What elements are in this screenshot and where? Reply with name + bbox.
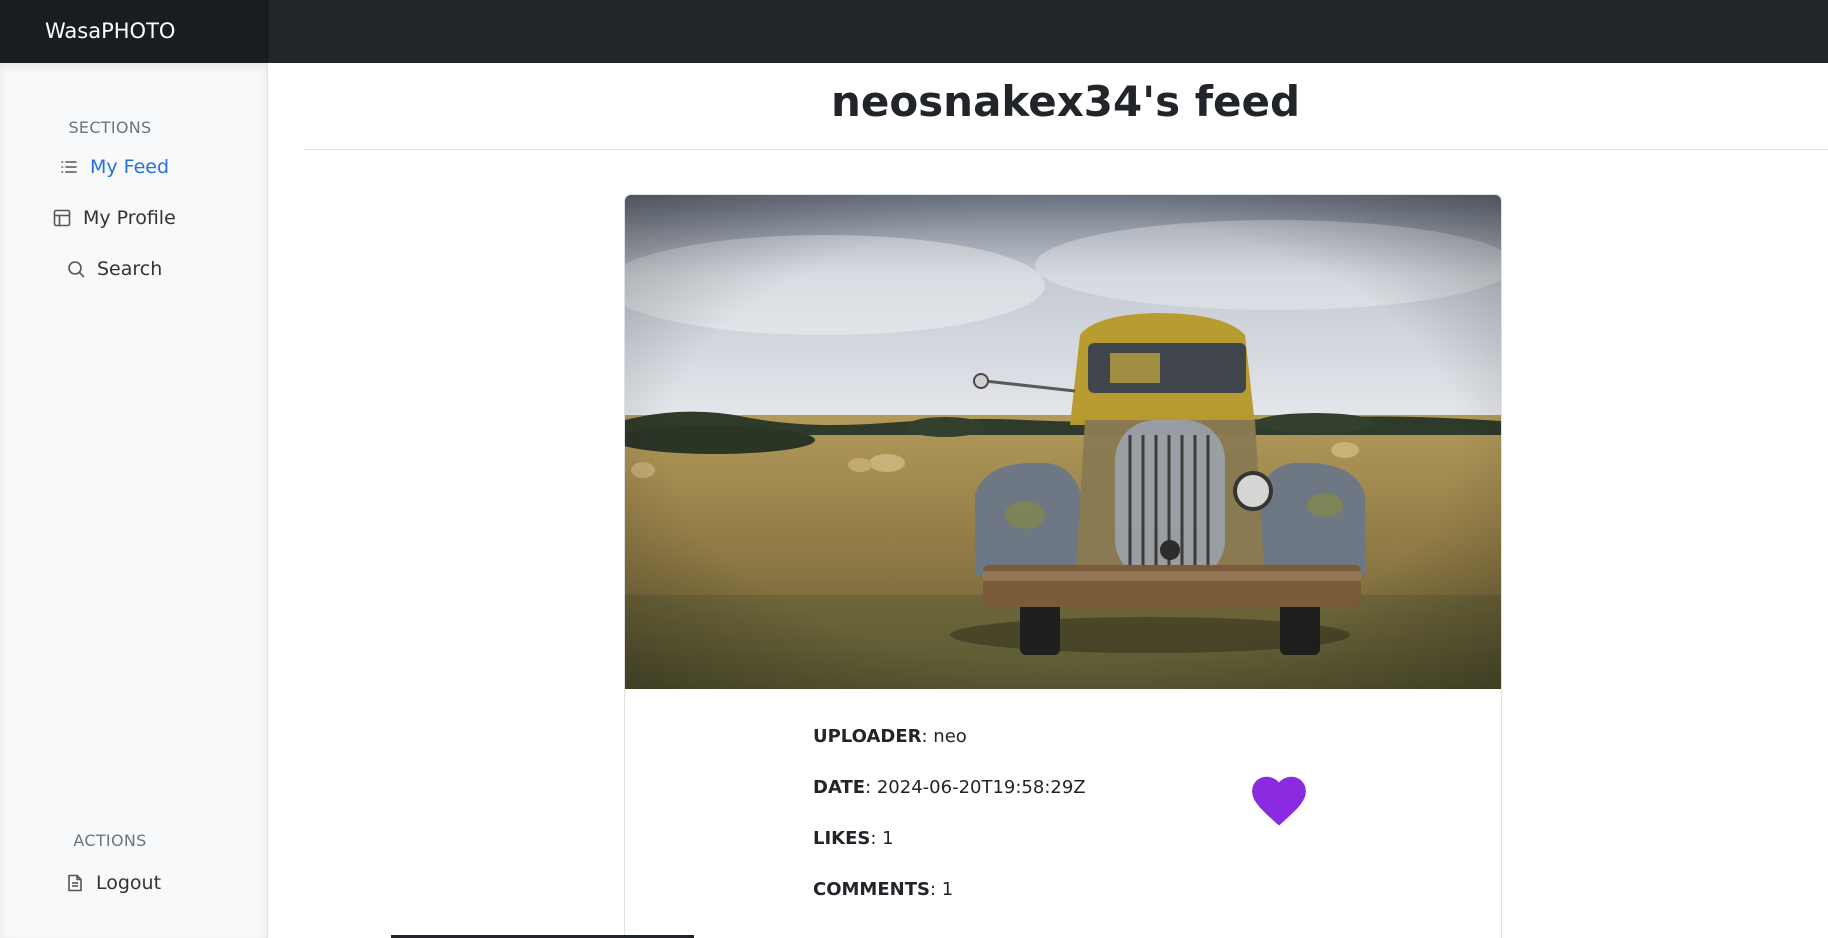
comments-label: COMMENTS [813, 879, 930, 900]
feed-title-suffix: 's feed [1142, 77, 1301, 126]
heart-icon [1252, 776, 1306, 826]
top-navbar: WasaPHOTO [0, 0, 1828, 63]
sidebar-item-label: Search [97, 258, 163, 280]
search-icon [65, 258, 87, 280]
list-icon [58, 156, 80, 178]
feed-header: neosnakex34's feed [303, 63, 1828, 150]
sidebar-item-my-feed[interactable]: My Feed [58, 156, 169, 178]
sections-heading: SECTIONS [68, 118, 152, 137]
post-date: DATE: 2024-06-20T19:58:29Z [813, 777, 1086, 798]
likes-label: LIKES [813, 828, 871, 849]
sidebar: SECTIONS My Feed My Profile Search ACTIO… [0, 63, 268, 938]
post-photo[interactable] [625, 195, 1501, 689]
post-card: UPLOADER: neo DATE: 2024-06-20T19:58:29Z… [624, 194, 1502, 938]
like-button[interactable] [1251, 775, 1307, 827]
likes-value: 1 [882, 828, 894, 849]
sidebar-action-label: Logout [96, 872, 162, 894]
date-value: 2024-06-20T19:58:29Z [876, 777, 1086, 798]
sidebar-item-search[interactable]: Search [65, 258, 162, 280]
file-text-icon [64, 872, 86, 894]
date-label: DATE [813, 777, 866, 798]
layout-icon [51, 207, 73, 229]
sidebar-item-label: My Feed [90, 156, 170, 178]
comments-value: 1 [941, 879, 954, 900]
sidebar-item-label: My Profile [83, 207, 176, 229]
logout-button[interactable]: Logout [64, 872, 161, 894]
page-title: neosnakex34's feed [303, 77, 1828, 126]
main-content: neosnakex34's feed UPLOADER: neo DATE: 2… [269, 63, 1828, 938]
post-uploader: UPLOADER: neo [813, 726, 967, 747]
brand-logo[interactable]: WasaPHOTO [0, 0, 268, 63]
feed-username: neosnakex34 [830, 77, 1143, 126]
post-likes: LIKES: 1 [813, 828, 894, 849]
sidebar-item-my-profile[interactable]: My Profile [51, 207, 176, 229]
uploader-value: neo [933, 726, 967, 747]
uploader-label: UPLOADER [813, 726, 922, 747]
actions-heading: ACTIONS [73, 831, 147, 850]
post-comments[interactable]: COMMENTS: 1 [813, 879, 953, 900]
